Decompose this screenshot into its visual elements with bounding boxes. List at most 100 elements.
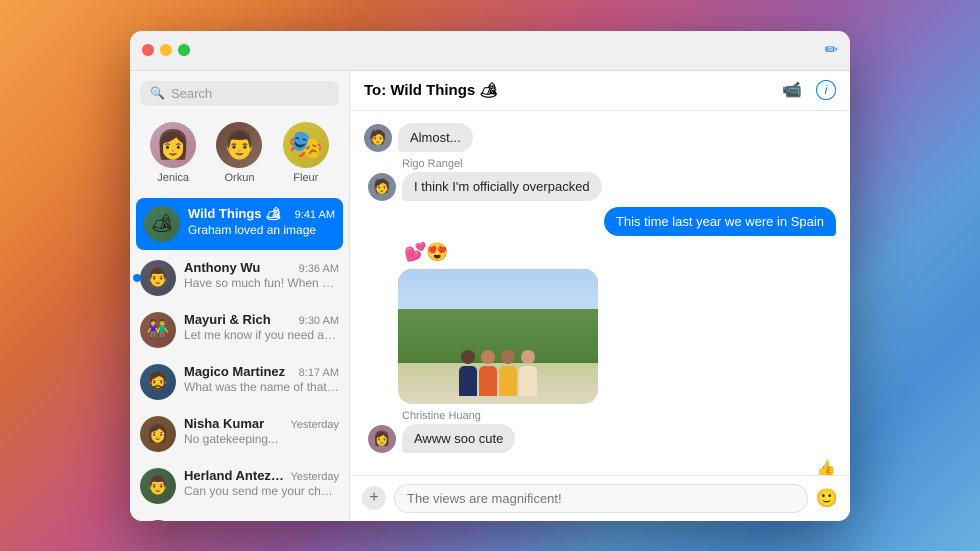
photo-people <box>459 350 537 404</box>
chat-title: To: Wild Things 🏕 <box>364 81 782 99</box>
add-attachment-button[interactable]: + <box>362 486 386 510</box>
pinned-orkun[interactable]: 👨 Orkun <box>216 122 262 184</box>
conv-name-mayuri: Mayuri & Rich <box>184 312 271 327</box>
titlebar: ✏ <box>130 31 850 71</box>
sender-name-christine: Christine Huang <box>402 410 836 422</box>
compose-icon[interactable]: ✏ <box>825 40 838 60</box>
traffic-lights <box>142 44 190 56</box>
conv-name-leticia: Leticia Ibarra <box>184 520 265 521</box>
person-2 <box>479 350 497 396</box>
conv-leticia[interactable]: 👩 Leticia Ibarra 6/8/24 I'll bring my bi… <box>130 512 349 521</box>
conv-mayuri[interactable]: 👫 Mayuri & Rich 9:30 AM Let me know if y… <box>130 304 349 356</box>
pinned-contacts: 👩 Jenica 👨 Orkun 🎭 Fleur <box>130 114 349 196</box>
chat-input-area: + 🙂 <box>350 475 850 521</box>
conv-avatar-herland: 👨 <box>140 468 176 504</box>
conv-content-mayuri: Mayuri & Rich 9:30 AM Let me know if you… <box>184 312 339 342</box>
message-row-1: 🧑 Almost... <box>364 123 836 152</box>
msg-avatar-christine: 👩 <box>368 425 396 453</box>
conv-wild-things[interactable]: 🏕 Wild Things 🏕 9:41 AM Graham loved an … <box>136 198 343 250</box>
message-row-christine: 👩 Awww soo cute <box>368 424 836 453</box>
contact-name-orkun: Orkun <box>225 172 255 184</box>
chat-title-text: To: Wild Things 🏕 <box>364 82 498 99</box>
person-4 <box>519 350 537 396</box>
avatar-orkun: 👨 <box>216 122 262 168</box>
message-row-photo <box>398 269 836 404</box>
conv-avatar-mayuri: 👫 <box>140 312 176 348</box>
search-icon: 🔍 <box>150 86 165 100</box>
conv-time-herland: Yesterday <box>290 471 339 483</box>
emoji-picker-button[interactable]: 🙂 <box>816 488 838 509</box>
person-1 <box>459 350 477 396</box>
search-placeholder: Search <box>171 86 212 101</box>
conv-content-leticia: Leticia Ibarra 6/8/24 I'll bring my bino… <box>184 520 339 521</box>
conv-magico[interactable]: 🧔 Magico Martinez 8:17 AM What was the n… <box>130 356 349 408</box>
sender-name-rigo: Rigo Rangel <box>402 158 836 170</box>
main-content: 🔍 Search 👩 Jenica 👨 Orkun <box>130 71 850 521</box>
conv-herland[interactable]: 👨 Herland Antezana Yesterday Can you sen… <box>130 460 349 512</box>
conv-content-magico: Magico Martinez 8:17 AM What was the nam… <box>184 364 339 394</box>
conv-avatar-magico: 🧔 <box>140 364 176 400</box>
sender-label-rigo: Rigo Rangel 🧑 I think I'm officially ove… <box>364 158 836 201</box>
sidebar: 🔍 Search 👩 Jenica 👨 Orkun <box>130 71 350 521</box>
video-call-icon[interactable]: 📹 <box>782 80 802 100</box>
maximize-button[interactable] <box>178 44 190 56</box>
pinned-jenica[interactable]: 👩 Jenica <box>150 122 196 184</box>
photo-bubble <box>398 269 598 404</box>
conv-nisha[interactable]: 👩 Nisha Kumar Yesterday No gatekeeping..… <box>130 408 349 460</box>
conv-content-anthony: Anthony Wu 9:36 AM Have so much fun! Whe… <box>184 260 339 290</box>
contact-name-fleur: Fleur <box>293 172 318 184</box>
close-button[interactable] <box>142 44 154 56</box>
sender-label-christine: Christine Huang 👩 Awww soo cute <box>364 410 836 453</box>
msg-bubble-3: This time last year we were in Spain <box>604 207 836 236</box>
conv-name-anthony: Anthony Wu <box>184 260 260 275</box>
conv-preview-herland: Can you send me your chocolate chip cook… <box>184 484 339 498</box>
conv-time-nisha: Yesterday <box>290 419 339 431</box>
conv-time-wild-things: 9:41 AM <box>295 209 335 221</box>
unread-dot-anthony <box>133 274 141 282</box>
conv-preview-wild-things: Graham loved an image <box>188 223 335 237</box>
chat-header-icons: 📹 i <box>782 80 836 100</box>
search-bar[interactable]: 🔍 Search <box>140 81 339 106</box>
chat-area: To: Wild Things 🏕 📹 i 🧑 Almost... Rigo R… <box>350 71 850 521</box>
message-row-3: This time last year we were in Spain <box>364 207 836 236</box>
conv-time-anthony: 9:36 AM <box>299 263 339 275</box>
conv-avatar-wild-things: 🏕 <box>144 206 180 242</box>
messages-window: ✏ 🔍 Search 👩 Jenica 👨 <box>130 31 850 521</box>
person-3 <box>499 350 517 396</box>
conv-anthony[interactable]: 👨 Anthony Wu 9:36 AM Have so much fun! W… <box>130 252 349 304</box>
msg-bubble-2: I think I'm officially overpacked <box>402 172 602 201</box>
conv-preview-nisha: No gatekeeping... <box>184 432 339 446</box>
conv-content-wild-things: Wild Things 🏕 9:41 AM Graham loved an im… <box>188 206 335 237</box>
conv-time-magico: 8:17 AM <box>299 367 339 379</box>
reaction-hearts: 💕😍 <box>364 242 836 263</box>
avatar-fleur: 🎭 <box>283 122 329 168</box>
conv-time-mayuri: 9:30 AM <box>299 315 339 327</box>
conv-name-herland: Herland Antezana <box>184 468 290 483</box>
chat-header: To: Wild Things 🏕 📹 i <box>350 71 850 111</box>
msg-bubble-christine: Awww soo cute <box>402 424 515 453</box>
conv-preview-magico: What was the name of that '90s thriller … <box>184 380 339 394</box>
avatar-jenica: 👩 <box>150 122 196 168</box>
conv-content-nisha: Nisha Kumar Yesterday No gatekeeping... <box>184 416 339 446</box>
contact-name-jenica: Jenica <box>157 172 189 184</box>
conv-avatar-leticia: 👩 <box>140 520 176 521</box>
msg-avatar-rigo1: 🧑 <box>364 124 392 152</box>
minimize-button[interactable] <box>160 44 172 56</box>
msg-avatar-rigo2: 🧑 <box>368 173 396 201</box>
conv-name-nisha: Nisha Kumar <box>184 416 264 431</box>
conv-avatar-anthony: 👨 <box>140 260 176 296</box>
msg-bubble-1: Almost... <box>398 123 473 152</box>
conv-name-wild-things: Wild Things 🏕 <box>188 206 282 222</box>
messages-area: 🧑 Almost... Rigo Rangel 🧑 I think I'm of… <box>350 111 850 475</box>
conversation-list: 🏕 Wild Things 🏕 9:41 AM Graham loved an … <box>130 196 349 521</box>
message-input[interactable] <box>394 484 808 513</box>
info-icon[interactable]: i <box>816 80 836 100</box>
conv-preview-mayuri: Let me know if you need a ride! <box>184 328 339 342</box>
pinned-fleur[interactable]: 🎭 Fleur <box>283 122 329 184</box>
conv-name-magico: Magico Martinez <box>184 364 285 379</box>
message-row-film-wrapper: 👍 Is anyone bringing film? <box>364 459 836 475</box>
conv-content-herland: Herland Antezana Yesterday Can you send … <box>184 468 339 498</box>
conv-avatar-nisha: 👩 <box>140 416 176 452</box>
conv-preview-anthony: Have so much fun! When are you back? <box>184 276 339 290</box>
message-row-2: 🧑 I think I'm officially overpacked <box>368 172 836 201</box>
